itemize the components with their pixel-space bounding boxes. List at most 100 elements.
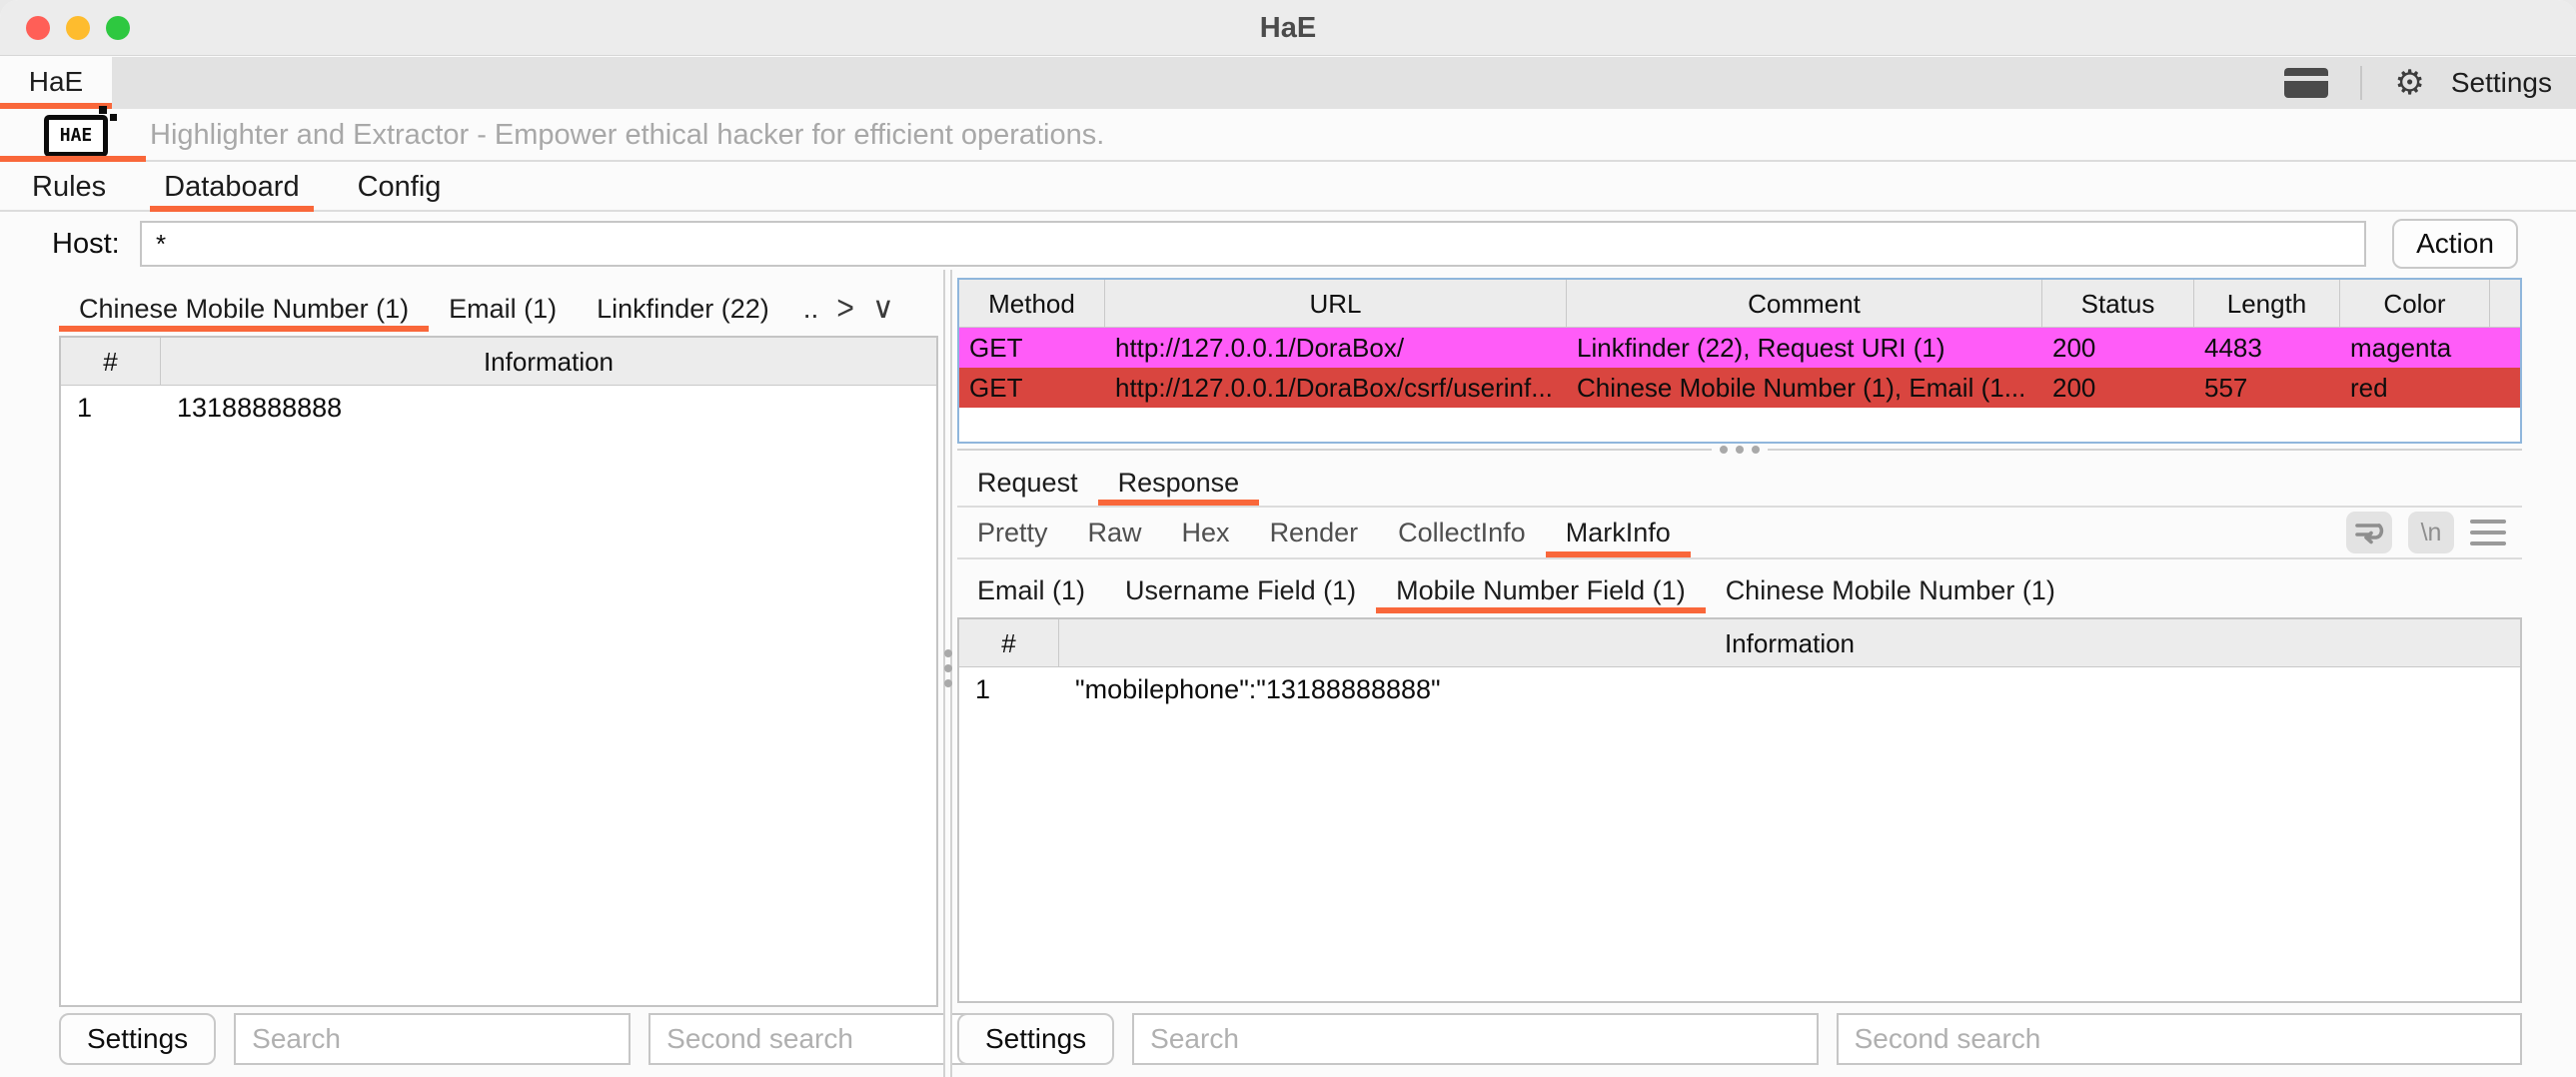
tab-collectinfo[interactable]: CollectInfo xyxy=(1378,508,1546,557)
tab-pretty[interactable]: Pretty xyxy=(957,508,1068,557)
horizontal-splitter[interactable] xyxy=(957,444,2522,458)
cell-information: 13188888888 xyxy=(161,386,936,430)
cell-method: GET xyxy=(959,368,1105,408)
left-settings-button[interactable]: Settings xyxy=(59,1013,216,1065)
table-row-red[interactable]: GET http://127.0.0.1/DoraBox/csrf/userin… xyxy=(959,368,2520,408)
right-second-search-input[interactable] xyxy=(1837,1013,2522,1065)
layout-panel-icon[interactable] xyxy=(2284,68,2328,98)
splitter-handle-dots xyxy=(1712,446,1768,454)
tab-request[interactable]: Request xyxy=(957,460,1098,506)
chevron-down-icon[interactable]: ∨ xyxy=(872,286,894,332)
word-wrap-icon[interactable] xyxy=(2346,512,2392,553)
tab-hae[interactable]: HaE xyxy=(0,57,112,109)
extension-banner: HAE Highlighter and Extractor - Empower … xyxy=(0,109,2576,162)
tab-hex[interactable]: Hex xyxy=(1162,508,1250,557)
host-filter-bar: Host: Action xyxy=(0,214,2576,274)
cell-comment: Chinese Mobile Number (1), Email (1... xyxy=(1567,368,2042,408)
cell-length: 557 xyxy=(2194,368,2340,408)
tab-config[interactable]: Config xyxy=(344,164,456,210)
newline-icon[interactable]: \n xyxy=(2408,512,2454,553)
newline-icon-glyph: \n xyxy=(2421,519,2442,547)
tab-markinfo[interactable]: MarkInfo xyxy=(1546,508,1691,557)
left-information-table: # Information 1 13188888888 xyxy=(59,336,938,1007)
host-label: Host: xyxy=(52,214,120,274)
right-search-input[interactable] xyxy=(1132,1013,1818,1065)
menu-icon[interactable] xyxy=(2470,520,2506,545)
table-row[interactable]: 1 "mobilephone":"13188888888" xyxy=(959,667,2520,711)
tab-linkfinder[interactable]: Linkfinder (22) xyxy=(577,286,789,332)
column-header-length[interactable]: Length xyxy=(2194,280,2340,328)
tab-chinese-mobile-number[interactable]: Chinese Mobile Number (1) xyxy=(1706,567,2075,613)
column-header-method[interactable]: Method xyxy=(959,280,1105,328)
extension-tab-bar: HaE ⚙ Settings xyxy=(0,57,2576,109)
vertical-splitter[interactable] xyxy=(943,270,952,1077)
response-view-tabs: Pretty Raw Hex Render CollectInfo MarkIn… xyxy=(957,508,2522,559)
hae-logo-pixel xyxy=(99,106,107,114)
table-header-row: # Information xyxy=(61,338,936,386)
left-panel-footer: Settings xyxy=(59,1013,938,1065)
banner-accent-underline xyxy=(0,156,146,162)
main-nav-tabs: Rules Databoard Config xyxy=(0,164,2576,212)
cell-color: magenta xyxy=(2340,328,2490,368)
chevron-right-icon[interactable]: > xyxy=(836,283,854,336)
column-header-filler xyxy=(2490,280,2520,328)
tab-email-field[interactable]: Email (1) xyxy=(957,567,1105,613)
cell-number: 1 xyxy=(959,667,1059,711)
host-input[interactable] xyxy=(140,221,2366,267)
tab-email[interactable]: Email (1) xyxy=(429,286,577,332)
column-header-information[interactable]: Information xyxy=(161,338,936,386)
cell-url: http://127.0.0.1/DoraBox/csrf/userinf... xyxy=(1105,368,1567,408)
column-header-url[interactable]: URL xyxy=(1105,280,1567,328)
hae-logo: HAE xyxy=(44,115,108,157)
column-header-comment[interactable]: Comment xyxy=(1567,280,2042,328)
table-header-row: # Information xyxy=(959,619,2520,667)
cell-number: 1 xyxy=(61,386,161,430)
tab-databoard[interactable]: Databoard xyxy=(150,164,313,210)
cell-length: 4483 xyxy=(2194,328,2340,368)
tab-response[interactable]: Response xyxy=(1098,460,1260,506)
markinfo-information-table: # Information 1 "mobilephone":"131888888… xyxy=(957,617,2522,1003)
toolbar-divider xyxy=(2360,66,2362,100)
left-search-input[interactable] xyxy=(234,1013,631,1065)
data-type-tabs: Chinese Mobile Number (1) Email (1) Link… xyxy=(59,278,938,332)
column-header-color[interactable]: Color xyxy=(2340,280,2490,328)
right-panel-footer: Settings xyxy=(957,1013,2522,1065)
tab-rules[interactable]: Rules xyxy=(18,164,120,210)
table-row[interactable]: 1 13188888888 xyxy=(61,386,936,430)
app-window: HaE HaE ⚙ Settings HAE Highlighter and E… xyxy=(0,0,2576,1077)
databoard-right-panel: Method URL Comment Status Length Color G… xyxy=(957,278,2522,1069)
column-header-number[interactable]: # xyxy=(959,619,1059,667)
word-wrap-icon-glyph xyxy=(2352,516,2386,549)
column-header-information[interactable]: Information xyxy=(1059,619,2520,667)
databoard-left-panel: Chinese Mobile Number (1) Email (1) Link… xyxy=(59,278,938,1069)
column-header-number[interactable]: # xyxy=(61,338,161,386)
banner-subtitle: Highlighter and Extractor - Empower ethi… xyxy=(150,109,1104,162)
tab-render[interactable]: Render xyxy=(1250,508,1379,557)
layout-panel-icon-slit xyxy=(2284,76,2328,81)
tab-chinese-mobile-number[interactable]: Chinese Mobile Number (1) xyxy=(59,286,429,332)
cell-comment: Linkfinder (22), Request URI (1) xyxy=(1567,328,2042,368)
tab-mobile-number-field[interactable]: Mobile Number Field (1) xyxy=(1376,567,1706,613)
tab-raw[interactable]: Raw xyxy=(1068,508,1162,557)
titlebar: HaE xyxy=(0,0,2576,56)
action-button[interactable]: Action xyxy=(2392,219,2518,269)
cell-information: "mobilephone":"13188888888" xyxy=(1059,667,2520,711)
tab-overflow-ellipsis: .. xyxy=(803,286,819,332)
right-settings-button[interactable]: Settings xyxy=(957,1013,1114,1065)
gear-icon[interactable]: ⚙ xyxy=(2394,57,2424,109)
cell-status: 200 xyxy=(2042,368,2194,408)
request-history-table: Method URL Comment Status Length Color G… xyxy=(957,278,2522,444)
hae-logo-pixel xyxy=(110,114,117,121)
window-title: HaE xyxy=(0,0,2576,56)
tab-username-field[interactable]: Username Field (1) xyxy=(1105,567,1376,613)
cell-status: 200 xyxy=(2042,328,2194,368)
table-row-magenta[interactable]: GET http://127.0.0.1/DoraBox/ Linkfinder… xyxy=(959,328,2520,368)
column-header-status[interactable]: Status xyxy=(2042,280,2194,328)
cell-color: red xyxy=(2340,368,2490,408)
settings-menu-button[interactable]: Settings xyxy=(2451,67,2552,99)
table-header-row: Method URL Comment Status Length Color xyxy=(959,280,2520,328)
hae-logo-text: HAE xyxy=(49,120,103,152)
message-editor-tabs: Request Response xyxy=(957,458,2522,508)
markinfo-field-tabs: Email (1) Username Field (1) Mobile Numb… xyxy=(957,559,2522,613)
cell-url: http://127.0.0.1/DoraBox/ xyxy=(1105,328,1567,368)
